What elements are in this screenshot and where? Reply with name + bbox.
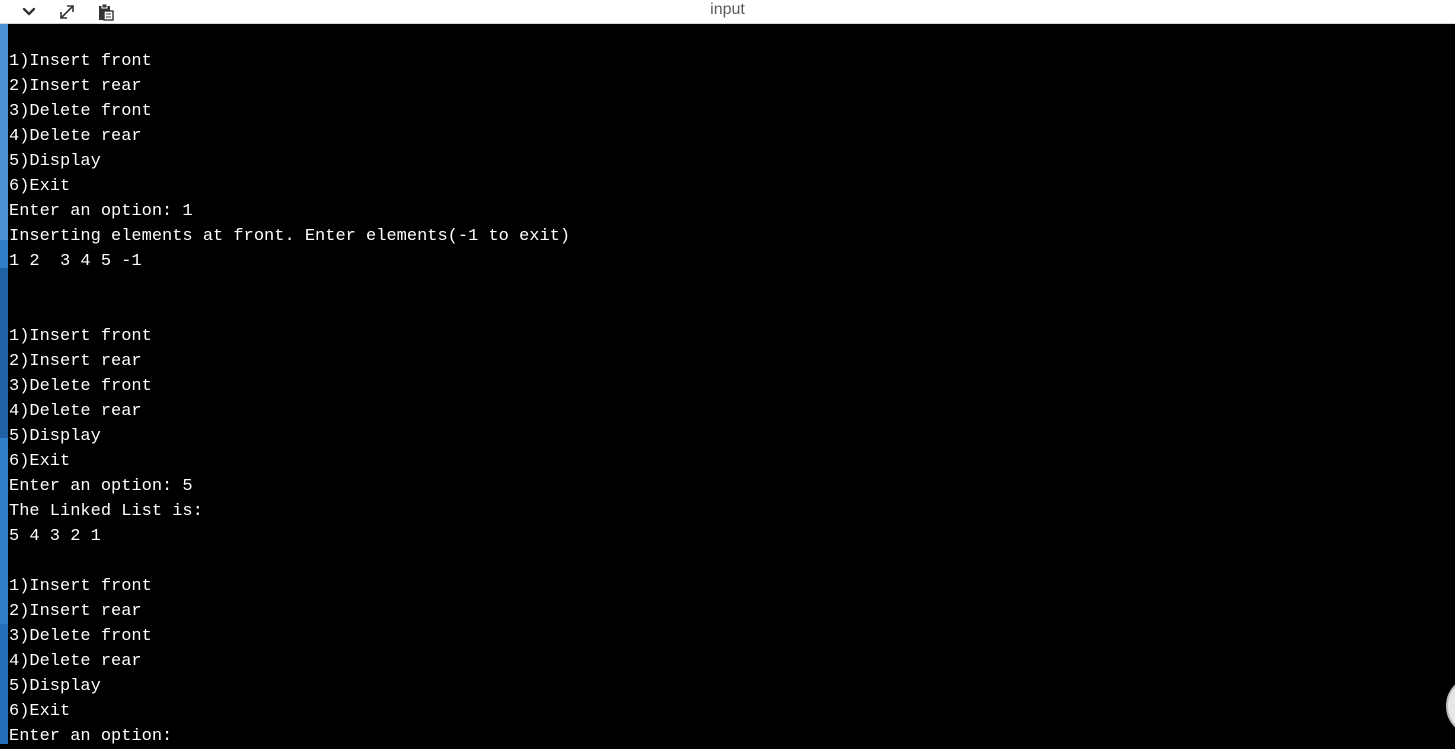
console-line: Inserting elements at front. Enter eleme… [9, 227, 571, 246]
console-line: The Linked List is: [9, 502, 203, 521]
console-line: 1)Insert front [9, 327, 152, 346]
console-line: 3)Delete front [9, 377, 152, 396]
console-line: 6)Exit [9, 177, 71, 196]
console-line: 2)Insert rear [9, 352, 142, 371]
console-line: 6)Exit [9, 452, 71, 471]
console-line: Enter an option: 1 [9, 202, 193, 221]
console-line: Enter an option: 5 [9, 477, 193, 496]
console-line: Enter an option: [9, 727, 173, 746]
console-line: 3)Delete front [9, 627, 152, 646]
window-titlebar: input [0, 0, 1455, 24]
console-line: 3)Delete front [9, 102, 152, 121]
console-line: 4)Delete rear [9, 127, 142, 146]
console-line: 5)Display [9, 152, 101, 171]
console-line: 1)Insert front [9, 577, 152, 596]
side-panel-segment [0, 24, 8, 240]
side-panel-segment [0, 268, 8, 438]
console-line: 4)Delete rear [9, 652, 142, 671]
console-line: 4)Delete rear [9, 402, 142, 421]
console-line: 5)Display [9, 427, 101, 446]
console-line: 6)Exit [9, 702, 71, 721]
console-line: 2)Insert rear [9, 602, 142, 621]
console-line: 5)Display [9, 677, 101, 696]
console-line: 1)Insert front [9, 52, 152, 71]
console-line: 2)Insert rear [9, 77, 142, 96]
side-panel-edge [0, 24, 8, 744]
window-title: input [710, 1, 745, 18]
console-output: 1)Insert front 2)Insert rear 3)Delete fron… [9, 49, 1455, 746]
console-line: 5 4 3 2 1 [9, 527, 101, 546]
console-line: 1 2 3 4 5 -1 [9, 252, 142, 271]
side-panel-segment [0, 624, 8, 744]
